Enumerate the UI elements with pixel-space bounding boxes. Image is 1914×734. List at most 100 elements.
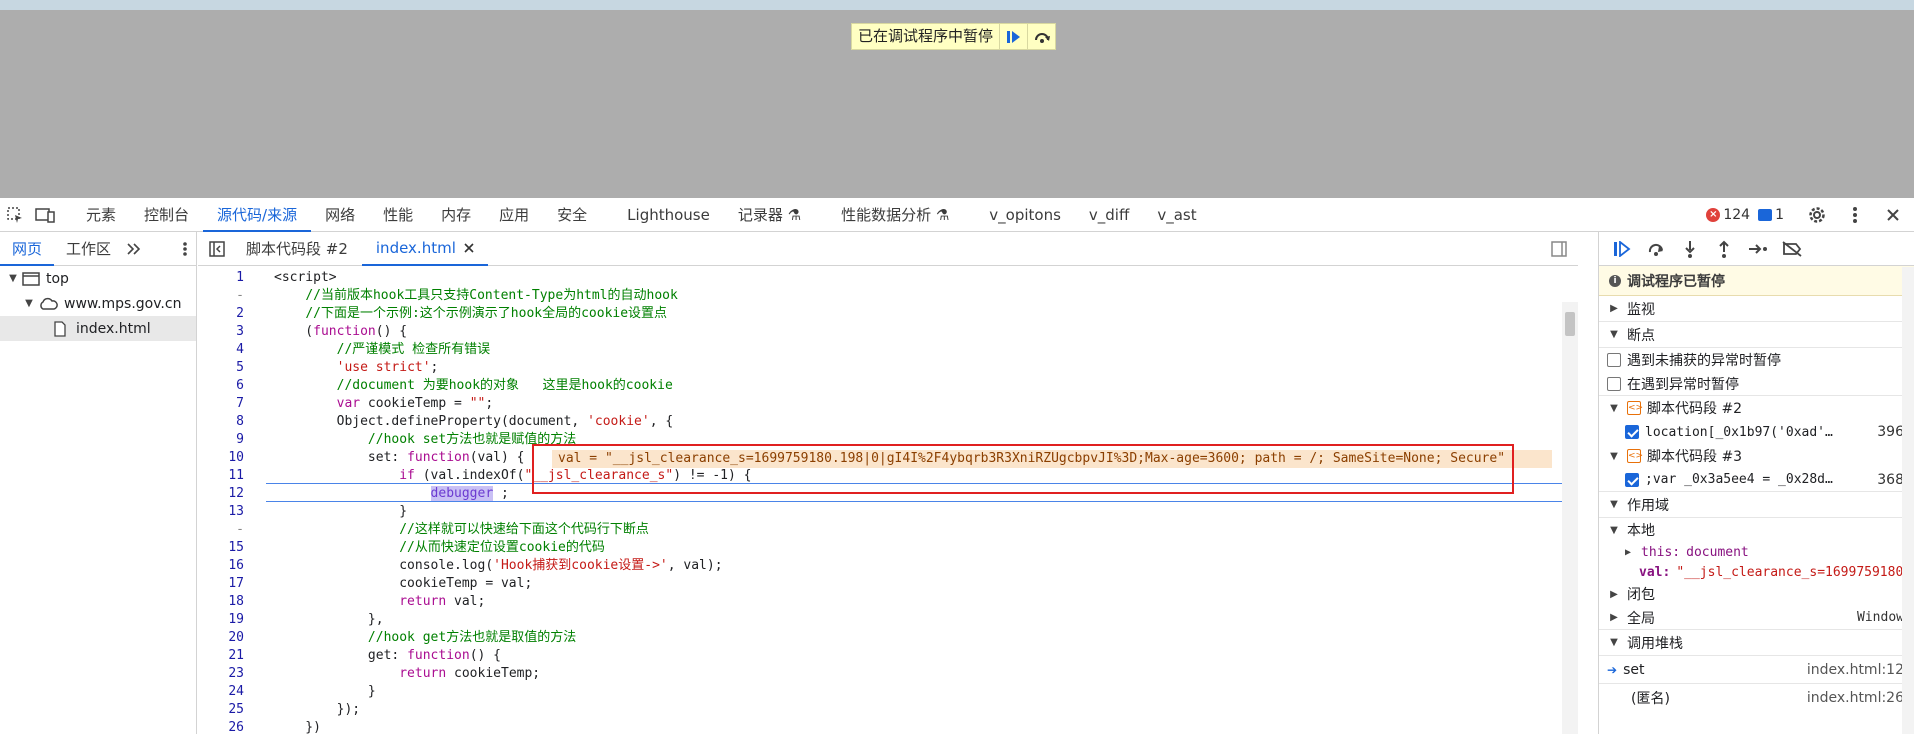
line-number[interactable]: 3 (198, 323, 244, 341)
code-line[interactable]: - //这样就可以快速给下面这个代码行下断点 (198, 521, 1578, 539)
code-line[interactable]: 17 cookieTemp = val; (198, 575, 1578, 593)
line-number[interactable]: 4 (198, 341, 244, 359)
line-number[interactable]: 6 (198, 377, 244, 395)
tab-elements[interactable]: 元素 (72, 198, 130, 232)
tab-recorder[interactable]: 记录器 ⚗ (724, 198, 815, 232)
scope-local[interactable]: ▼ 本地 (1599, 518, 1914, 542)
tab-performance-insights[interactable]: 性能数据分析 ⚗ (827, 198, 963, 232)
resume-button[interactable] (1607, 234, 1637, 264)
line-number[interactable]: 24 (198, 683, 244, 701)
step-into-button[interactable] (1675, 234, 1705, 264)
line-number[interactable]: 26 (198, 719, 244, 734)
line-number[interactable]: 25 (198, 701, 244, 719)
breakpoint-group[interactable]: ▼ <> 脚本代码段 #2 (1599, 396, 1914, 420)
breakpoint-checkbox[interactable] (1625, 425, 1639, 439)
code-line[interactable]: 18 return val; (198, 593, 1578, 611)
scope-global[interactable]: ▶ 全局 Window (1599, 606, 1914, 630)
editor-tab-index-html[interactable]: index.html (361, 232, 488, 266)
close-tab-icon[interactable] (464, 242, 474, 253)
section-call-stack[interactable]: ▼ 调用堆栈 (1599, 630, 1914, 656)
device-toolbar-button[interactable] (30, 200, 60, 230)
tab-console[interactable]: 控制台 (130, 198, 203, 232)
line-number[interactable]: 23 (198, 665, 244, 683)
section-breakpoints[interactable]: ▼ 断点 (1599, 322, 1914, 348)
line-number[interactable]: 9 (198, 431, 244, 449)
code-area[interactable]: 1 <script> - //当前版本hook工具只支持Content-Type为h… (198, 267, 1578, 734)
toggle-debugger-sidebar-button[interactable] (1544, 234, 1574, 264)
tree-item-domain[interactable]: ▼ www.mps.gov.cn (0, 291, 196, 316)
call-frame[interactable]: (匿名) index.html:26 (1599, 684, 1914, 712)
pause-uncaught-checkbox[interactable] (1607, 353, 1621, 367)
code-line[interactable]: 20 //hook get方法也就是取值的方法 (198, 629, 1578, 647)
editor-tab-snippet-2[interactable]: 脚本代码段 #2 (232, 232, 362, 266)
code-line[interactable]: 6 //document 为要hook的对象 这里是hook的cookie (198, 377, 1578, 395)
deactivate-breakpoints-button[interactable] (1777, 234, 1807, 264)
code-line[interactable]: 23 return cookieTemp; (198, 665, 1578, 683)
code-line[interactable]: 3 (function() { (198, 323, 1578, 341)
code-line[interactable]: 7 var cookieTemp = ""; (198, 395, 1578, 413)
navigator-menu-button[interactable] (174, 234, 196, 264)
tab-workspace[interactable]: 工作区 (54, 232, 123, 266)
step-out-button[interactable] (1709, 234, 1739, 264)
line-number[interactable]: 13 (198, 503, 244, 521)
line-number[interactable]: 2 (198, 305, 244, 323)
toggle-navigator-button[interactable] (202, 234, 232, 264)
close-devtools-button[interactable] (1878, 200, 1908, 230)
code-line[interactable]: 8 Object.defineProperty(document, 'cooki… (198, 413, 1578, 431)
editor-scrollbar[interactable] (1562, 302, 1578, 734)
code-line[interactable]: 15 //从而快速定位设置cookie的代码 (198, 539, 1578, 557)
tab-sources[interactable]: 源代码/来源 (203, 198, 312, 232)
code-line[interactable]: 21 get: function() { (198, 647, 1578, 665)
more-options-button[interactable] (1840, 200, 1870, 230)
code-line[interactable]: 19 }, (198, 611, 1578, 629)
line-number[interactable]: - (198, 521, 244, 539)
breakpoint-checkbox[interactable] (1625, 472, 1639, 487)
line-number[interactable]: - (198, 287, 244, 305)
line-number[interactable]: 17 (198, 575, 244, 593)
line-number[interactable]: 8 (198, 413, 244, 431)
line-number[interactable]: 7 (198, 395, 244, 413)
section-watch[interactable]: ▶ 监视 (1599, 296, 1914, 322)
breakpoint-item[interactable]: ;var _0x3a5ee4 = _0x28d… 368 (1599, 468, 1914, 492)
code-line[interactable]: 24 } (198, 683, 1578, 701)
scope-closure[interactable]: ▶ 闭包 (1599, 582, 1914, 606)
inspect-element-button[interactable] (0, 200, 30, 230)
line-number[interactable]: 20 (198, 629, 244, 647)
tab-lighthouse[interactable]: Lighthouse (613, 198, 724, 232)
breakpoint-group[interactable]: ▼ <> 脚本代码段 #3 (1599, 444, 1914, 468)
code-line[interactable]: 13 } (198, 503, 1578, 521)
line-number[interactable]: 10 (198, 449, 244, 467)
code-line[interactable]: 26 }) (198, 719, 1578, 734)
step-over-button[interactable] (1641, 234, 1671, 264)
more-tabs-button[interactable] (123, 234, 145, 264)
code-line[interactable]: 1 <script> (198, 269, 1578, 287)
scope-this[interactable]: ▶ this: document (1599, 542, 1914, 562)
line-number[interactable]: 12 (198, 485, 244, 503)
tree-item-index-html[interactable]: index.html (0, 316, 196, 341)
code-line[interactable]: 5 'use strict'; (198, 359, 1578, 377)
code-line[interactable]: 16 console.log('Hook捕获到cookie设置->', val)… (198, 557, 1578, 575)
line-number[interactable]: 19 (198, 611, 244, 629)
line-number[interactable]: 15 (198, 539, 244, 557)
code-line[interactable]: 2 //下面是一个示例:这个示例演示了hook全局的cookie设置点 (198, 305, 1578, 323)
line-number[interactable]: 1 (198, 269, 244, 287)
tab-v-opitons[interactable]: v_opitons (975, 198, 1075, 232)
line-number[interactable]: 18 (198, 593, 244, 611)
debugger-scrollbar[interactable] (1902, 267, 1914, 734)
tab-memory[interactable]: 内存 (427, 198, 485, 232)
line-number[interactable]: 21 (198, 647, 244, 665)
step-over-button[interactable] (1027, 24, 1055, 49)
tab-security[interactable]: 安全 (543, 198, 601, 232)
scope-val[interactable]: val: "__jsl_clearance_s=1699759180 (1599, 562, 1914, 582)
section-scope[interactable]: ▼ 作用域 (1599, 492, 1914, 518)
scrollbar-thumb[interactable] (1565, 312, 1575, 336)
tab-network[interactable]: 网络 (311, 198, 369, 232)
pause-on-uncaught-option[interactable]: 遇到未捕获的异常时暂停 (1599, 348, 1914, 372)
line-number[interactable]: 11 (198, 467, 244, 485)
line-number[interactable]: 5 (198, 359, 244, 377)
message-counter[interactable]: 1 (1758, 207, 1784, 223)
breakpoint-item[interactable]: location[_0x1b97('0xad'… 396 (1599, 420, 1914, 444)
tree-item-top[interactable]: ▼ top (0, 266, 196, 291)
code-line[interactable]: 25 }); (198, 701, 1578, 719)
tab-page[interactable]: 网页 (0, 232, 55, 266)
